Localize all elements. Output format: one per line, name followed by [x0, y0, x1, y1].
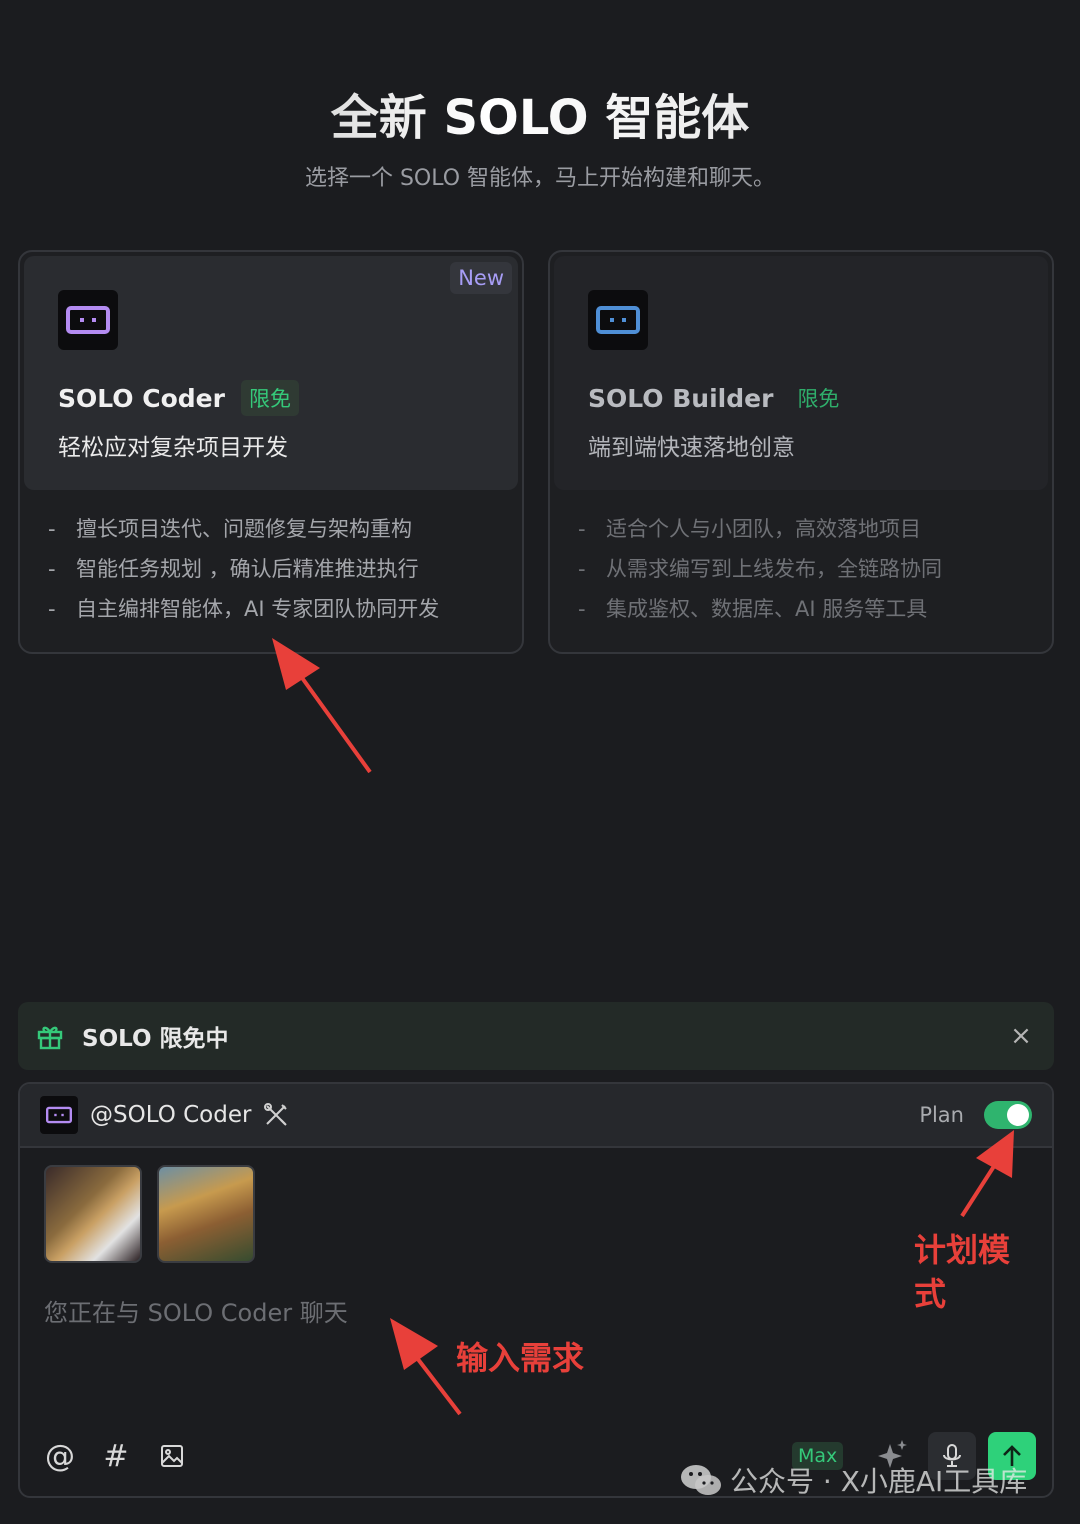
card-title: SOLO Coder 限免 — [58, 380, 299, 416]
free-tag: 限免 — [240, 380, 299, 416]
context-button[interactable]: # — [98, 1436, 134, 1476]
free-tag: 限免 — [797, 387, 840, 411]
feature-list: - 适合个人与小团队，高效落地项目 - 从需求编写到上线发布，全链路协同 - 集成鉴权… — [578, 512, 942, 632]
card-description: 端到端快速落地创意 — [588, 435, 795, 461]
card-header: SOLO Builder 限免 端到端快速落地创意 — [554, 256, 1048, 490]
agent-card-solo-builder[interactable]: SOLO Builder 限免 端到端快速落地创意 - 适合个人与小团队，高效落地… — [548, 250, 1054, 654]
gift-icon — [36, 1022, 64, 1050]
list-item: - 适合个人与小团队，高效落地项目 — [578, 517, 921, 541]
new-badge: New — [450, 262, 512, 294]
attached-image-thumbnail[interactable] — [44, 1165, 142, 1263]
solo-agent-icon — [40, 1096, 78, 1134]
list-item: - 从需求编写到上线发布，全链路协同 — [578, 557, 942, 581]
page-subtitle: 选择一个 SOLO 智能体，马上开始构建和聊天。 — [304, 166, 776, 191]
agent-name: SOLO Builder — [588, 383, 774, 413]
wechat-icon — [680, 1463, 722, 1497]
mention-button[interactable]: @ — [42, 1436, 78, 1476]
tools-icon[interactable] — [263, 1102, 289, 1128]
promo-banner: SOLO 限免中 × — [18, 1002, 1054, 1070]
plan-toggle[interactable] — [984, 1101, 1032, 1129]
plan-mode-annotation: 计划模式 — [914, 1231, 1011, 1313]
promo-text: SOLO 限免中 — [82, 1026, 229, 1052]
solo-agent-icon — [588, 290, 648, 350]
input-request-annotation: 输入需求 — [456, 1339, 585, 1377]
list-item: - 自主编排智能体，AI 专家团队协同开发 — [48, 597, 440, 621]
agent-card-solo-coder[interactable]: New SOLO Coder 限免 轻松应对复杂项目开发 - 擅长项目迭代、问题修… — [18, 250, 524, 654]
watermark-text: 公众号 · X小鹿AI工具库 — [730, 1465, 1028, 1498]
close-icon[interactable]: × — [1006, 1021, 1036, 1051]
agent-mention[interactable]: @SOLO Coder — [90, 1102, 251, 1128]
card-header: New SOLO Coder 限免 轻松应对复杂项目开发 — [24, 256, 518, 490]
card-title: SOLO Builder 限免 — [588, 380, 847, 416]
page-title: 全新 SOLO 智能体 — [0, 78, 1080, 148]
watermark: 公众号 · X小鹿AI工具库 — [680, 1460, 1027, 1500]
list-item: - 集成鉴权、数据库、AI 服务等工具 — [578, 597, 928, 621]
chat-header: @SOLO Coder Plan — [20, 1084, 1052, 1148]
solo-agent-icon — [58, 290, 118, 350]
feature-list: - 擅长项目迭代、问题修复与架构重构 - 智能任务规划 ，确认后精准推进执行 - 自主… — [48, 512, 439, 632]
list-item: - 擅长项目迭代、问题修复与架构重构 — [48, 517, 412, 541]
card-description: 轻松应对复杂项目开发 — [58, 435, 288, 461]
agent-name: SOLO Coder — [58, 383, 225, 413]
chat-input[interactable] — [44, 1290, 844, 1336]
toggle-knob — [1007, 1104, 1029, 1126]
list-item: - 智能任务规划 ，确认后精准推进执行 — [48, 557, 419, 581]
plan-label: Plan — [919, 1103, 964, 1127]
attached-image-thumbnail[interactable] — [157, 1165, 255, 1263]
image-upload-icon[interactable] — [154, 1436, 190, 1476]
